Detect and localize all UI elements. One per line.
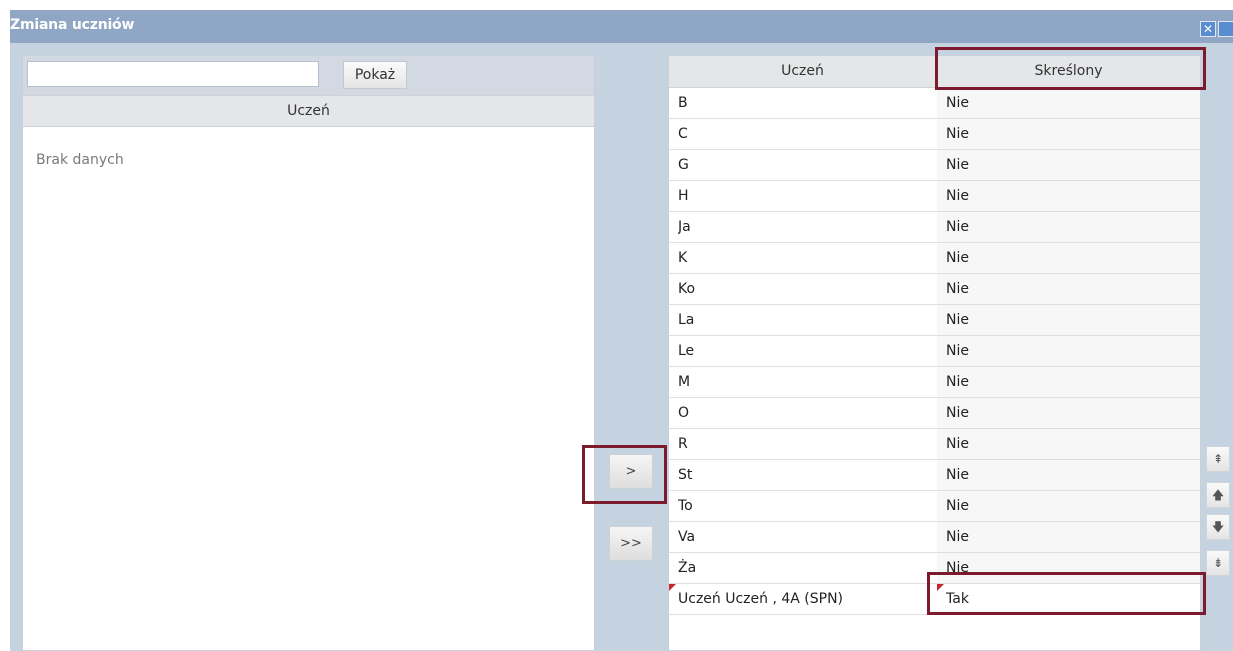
student-name: Ża (678, 560, 697, 576)
search-bar: Pokaż (23, 56, 594, 95)
table-row[interactable]: H Nie (669, 181, 1200, 212)
struck-off-value[interactable]: Nie (937, 181, 1200, 211)
close-icon[interactable]: ✕ (1200, 21, 1216, 37)
struck-off-value[interactable]: Nie (937, 522, 1200, 552)
student-name: O (678, 405, 690, 421)
table-row[interactable]: Va Nie (669, 522, 1200, 553)
struck-off-value[interactable]: Nie (937, 336, 1200, 366)
student-name: Ja (678, 219, 691, 235)
window-title: Zmiana uczniów (10, 17, 135, 33)
struck-off-value[interactable]: Nie (937, 150, 1200, 180)
student-name: To (678, 498, 693, 514)
student-name: Le (678, 343, 695, 359)
empty-state-text: Brak danych (36, 152, 124, 168)
student-name: St (678, 467, 693, 483)
student-name: G (678, 157, 689, 173)
table-row[interactable]: K Nie (669, 243, 1200, 274)
table-row[interactable]: Ko Nie (669, 274, 1200, 305)
struck-off-value[interactable]: Nie (937, 88, 1200, 118)
student-name: Ko (678, 281, 696, 297)
student-name: B (678, 95, 688, 111)
search-input[interactable] (27, 61, 319, 87)
table-row[interactable]: M Nie (669, 367, 1200, 398)
move-down-icon[interactable]: 🡇 (1206, 514, 1230, 540)
table-row[interactable]: B Nie (669, 88, 1200, 119)
highlight-struck-off-header (935, 47, 1206, 90)
modified-marker (669, 584, 676, 591)
show-button[interactable]: Pokaż (343, 61, 407, 89)
move-all-button[interactable]: >> (609, 526, 653, 561)
highlight-struck-off-value (927, 572, 1206, 615)
student-name: H (678, 188, 689, 204)
student-name: K (678, 250, 688, 266)
move-to-top-icon[interactable]: ⇞ (1206, 446, 1230, 472)
struck-off-value[interactable]: Nie (937, 491, 1200, 521)
struck-off-value[interactable]: Nie (937, 212, 1200, 242)
move-to-bottom-icon[interactable]: ⇟ (1206, 550, 1230, 576)
students-table-body: B Nie C Nie G Nie H Nie Ja Nie K Nie Ko Nie La Nie Le Nie… (669, 88, 1200, 615)
student-name: R (678, 436, 688, 452)
title-bar: Zmiana uczniów ✕ (10, 10, 1233, 43)
window-left-edge (0, 0, 10, 651)
help-icon[interactable] (1218, 21, 1233, 37)
table-row[interactable]: O Nie (669, 398, 1200, 429)
table-row[interactable]: La Nie (669, 305, 1200, 336)
struck-off-value[interactable]: Nie (937, 119, 1200, 149)
struck-off-value[interactable]: Nie (937, 367, 1200, 397)
highlight-move-button (582, 445, 667, 504)
table-row[interactable]: St Nie (669, 460, 1200, 491)
table-row[interactable]: R Nie (669, 429, 1200, 460)
table-row[interactable]: Ja Nie (669, 212, 1200, 243)
move-up-icon[interactable]: 🡅 (1206, 482, 1230, 508)
column-header-student[interactable]: Uczeń (669, 56, 937, 87)
table-row[interactable]: To Nie (669, 491, 1200, 522)
student-name: Va (678, 529, 696, 545)
available-students-panel: Pokaż Uczeń Brak danych (22, 55, 595, 651)
struck-off-value[interactable]: Nie (937, 460, 1200, 490)
table-row[interactable]: Le Nie (669, 336, 1200, 367)
struck-off-value[interactable]: Nie (937, 274, 1200, 304)
table-row[interactable]: G Nie (669, 150, 1200, 181)
struck-off-value[interactable]: Nie (937, 398, 1200, 428)
column-header-student[interactable]: Uczeń (23, 95, 594, 127)
student-name: M (678, 374, 691, 390)
struck-off-value[interactable]: Nie (937, 305, 1200, 335)
table-row[interactable]: C Nie (669, 119, 1200, 150)
student-name: La (678, 312, 695, 328)
student-name: C (678, 126, 688, 142)
struck-off-value[interactable]: Nie (937, 243, 1200, 273)
student-name: Uczeń Uczeń , 4A (SPN) (678, 591, 844, 607)
struck-off-value[interactable]: Nie (937, 429, 1200, 459)
assigned-students-panel: Uczeń Skreślony B Nie C Nie G Nie H Nie Ja Nie K Ni… (668, 55, 1201, 651)
